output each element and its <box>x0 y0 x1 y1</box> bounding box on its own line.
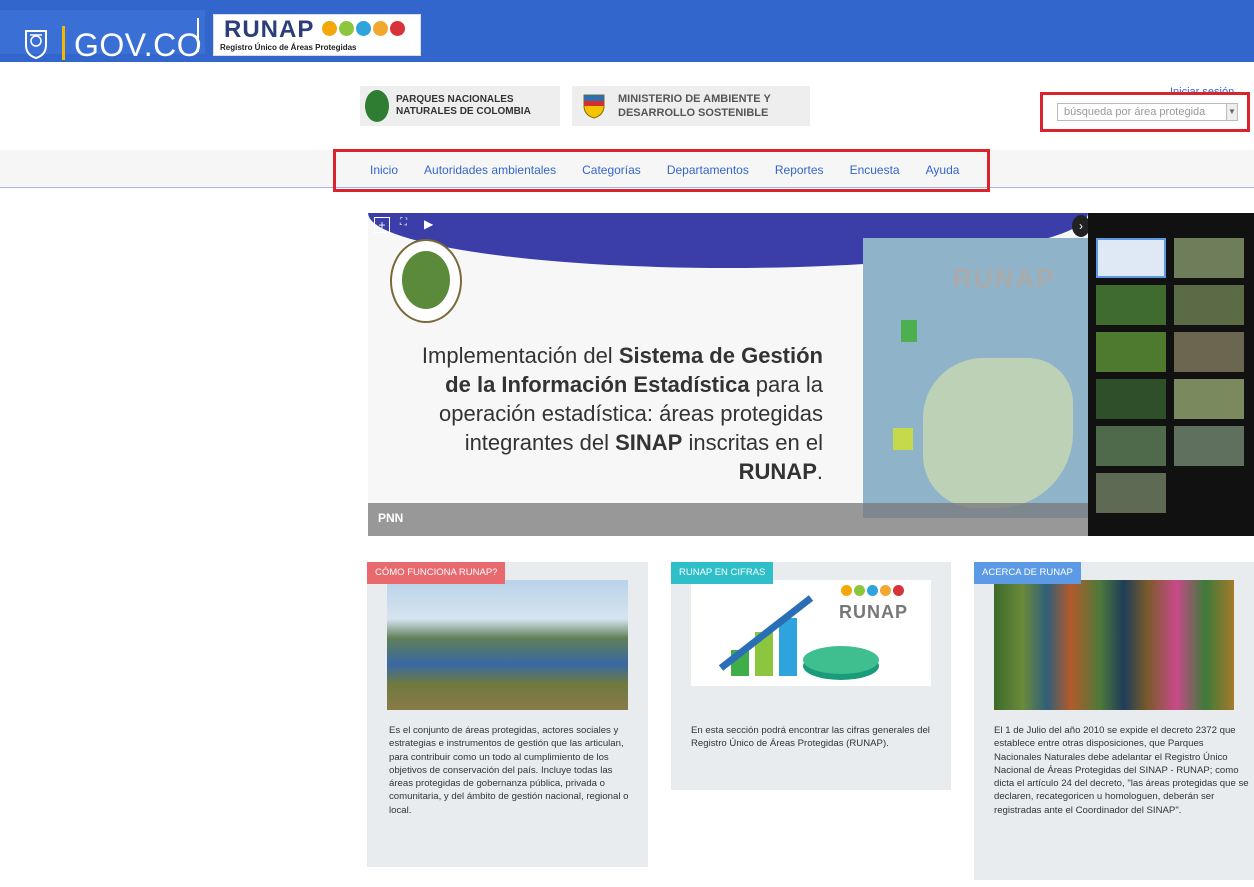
runap-dot-icon <box>841 585 852 596</box>
slide-thumbnail[interactable] <box>1174 285 1244 325</box>
search-highlight-frame: búsqueda por área protegida ▼ <box>1040 92 1250 132</box>
card-tag: CÓMO FUNCIONA RUNAP? <box>367 562 506 584</box>
card-tag: ACERCA DE RUNAP <box>974 562 1081 584</box>
ministerio-logo-text: MINISTERIO DE AMBIENTE Y DESARROLLO SOST… <box>618 92 771 120</box>
search-area-select[interactable]: búsqueda por área protegida <box>1057 103 1227 121</box>
gov-co-label: GOV.CO <box>74 27 203 63</box>
min-line2: DESARROLLO SOSTENIBLE <box>618 107 769 119</box>
gov-co-brand[interactable]: GOV.CO <box>0 10 205 63</box>
zoom-plus-icon[interactable]: + <box>374 217 390 233</box>
map-protected-area <box>901 320 917 342</box>
card-description: El 1 de Julio del año 2010 se expide el … <box>994 725 1249 816</box>
institution-logos: PARQUES NACIONALES NATURALES DE COLOMBIA… <box>360 86 810 126</box>
slide-caption: PNN <box>368 503 1088 536</box>
gov-separator <box>62 26 65 60</box>
badge-landscape <box>402 251 450 309</box>
runap-dot-icon <box>880 585 891 596</box>
dropdown-arrow-icon[interactable]: ▼ <box>1226 103 1238 121</box>
runap-dot-icon <box>356 21 371 36</box>
pnn-badge-icon <box>390 239 462 323</box>
nav-item-inicio[interactable]: Inicio <box>370 163 398 177</box>
runap-dot-icon <box>867 585 878 596</box>
runap-dot-icon <box>322 21 337 36</box>
map-land <box>923 358 1073 508</box>
slide-runap-logo: RUNAP <box>953 263 1056 293</box>
card-acerca-runap[interactable]: ACERCA DE RUNAP El 1 de Julio del año 20… <box>974 562 1254 880</box>
pnn-line2: NATURALES DE COLOMBIA <box>396 106 531 117</box>
runap-dot-icon <box>854 585 865 596</box>
card-description: Es el conjunto de áreas protegidas, acto… <box>389 725 629 816</box>
slide-thumbnail[interactable] <box>1096 332 1166 372</box>
nav-item-ayuda[interactable]: Ayuda <box>926 163 960 177</box>
map-protected-area <box>893 428 913 450</box>
pnn-logo-text: PARQUES NACIONALES NATURALES DE COLOMBIA <box>396 94 531 118</box>
card-runap-wordmark: RUNAP <box>839 602 909 622</box>
runap-dots <box>322 21 405 36</box>
card-runap-cifras[interactable]: RUNAP RUNAP EN CIFRAS En esta sección po… <box>671 562 951 790</box>
slide-thumbnail[interactable] <box>1174 332 1244 372</box>
runap-dot-icon <box>893 585 904 596</box>
ministerio-shield-icon <box>583 94 605 119</box>
slide-headline: Implementación del Sistema de Gestión de… <box>408 341 823 486</box>
pnn-line1: PARQUES NACIONALES <box>396 94 514 105</box>
gov-header-bar: GOV.CO RUNAP Registro Único de Áreas Pro… <box>0 0 1254 63</box>
slide-thumbnail[interactable] <box>1096 473 1166 513</box>
slide-headline-segment: RUNAP <box>738 459 817 484</box>
nav-item-reportes[interactable]: Reportes <box>775 163 824 177</box>
slide-thumbnail[interactable] <box>1096 379 1166 419</box>
main-nav: Inicio Autoridades ambientales Categoría… <box>333 149 990 192</box>
runap-dot-icon <box>390 21 405 36</box>
nav-item-departamentos[interactable]: Departamentos <box>667 163 749 177</box>
slide-thumbnail[interactable] <box>1174 238 1244 278</box>
min-line1: MINISTERIO DE AMBIENTE Y <box>618 93 771 105</box>
thumbnail-strip <box>1088 213 1254 536</box>
runap-dot-icon <box>373 21 388 36</box>
slide-headline-segment: SINAP <box>615 430 683 455</box>
slide-thumbnail[interactable] <box>1096 285 1166 325</box>
runap-wordmark: RUNAP <box>224 16 315 43</box>
pnn-emblem-icon <box>365 90 389 122</box>
nav-item-categorias[interactable]: Categorías <box>582 163 641 177</box>
card-como-funciona[interactable]: CÓMO FUNCIONA RUNAP? Es el conjunto de á… <box>367 562 648 867</box>
colombia-shield-icon <box>25 30 47 59</box>
card-tag: RUNAP EN CIFRAS <box>671 562 774 584</box>
card-description: En esta sección podrá encontrar las cifr… <box>691 725 930 750</box>
nav-items: Inicio Autoridades ambientales Categoría… <box>370 163 985 177</box>
header-divider <box>197 18 199 52</box>
slide-headline-segment: . <box>816 459 823 484</box>
slide-thumbnail[interactable] <box>1174 426 1244 466</box>
pnn-logo[interactable]: PARQUES NACIONALES NATURALES DE COLOMBIA <box>360 86 560 126</box>
card-runap-dots <box>841 585 904 596</box>
lagoon-image <box>387 580 628 710</box>
slide-headline-segment: Implementación del <box>421 343 619 368</box>
slide-thumbnail[interactable] <box>1096 238 1166 278</box>
runap-subtitle: Registro Único de Áreas Protegidas <box>220 43 357 52</box>
nav-item-autoridades[interactable]: Autoridades ambientales <box>424 163 556 177</box>
nav-item-encuesta[interactable]: Encuesta <box>850 163 900 177</box>
slide-headline-segment: inscritas en el <box>682 430 823 455</box>
runap-dot-icon <box>339 21 354 36</box>
fullscreen-icon[interactable]: ⛶ <box>400 217 407 228</box>
ministerio-logo[interactable]: MINISTERIO DE AMBIENTE Y DESARROLLO SOST… <box>572 86 810 126</box>
slide-thumbnail[interactable] <box>1096 426 1166 466</box>
hero-slider[interactable]: + ⛶ ▶ Implementación del Sistema de Gest… <box>368 213 1254 536</box>
biodiversity-collage-image <box>994 580 1234 710</box>
play-icon[interactable]: ▶ <box>424 217 433 231</box>
slide-thumbnail[interactable] <box>1174 379 1244 419</box>
runap-logo[interactable]: RUNAP Registro Único de Áreas Protegidas <box>213 14 421 56</box>
